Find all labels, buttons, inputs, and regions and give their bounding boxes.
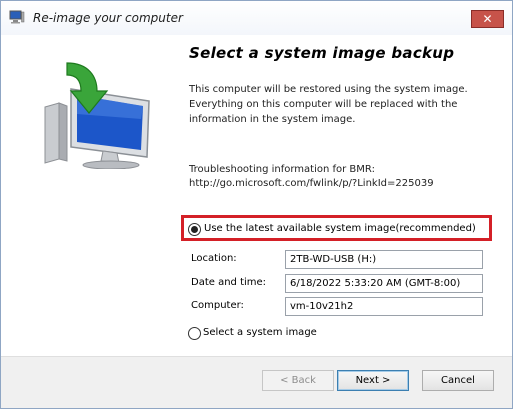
page-heading: Select a system image backup: [189, 44, 455, 62]
close-icon: ✕: [482, 12, 493, 26]
location-label: Location:: [191, 253, 237, 264]
reimage-window: Re-image your computer ✕ Select a system…: [0, 0, 513, 409]
back-button[interactable]: < Back: [262, 370, 334, 391]
computer-icon: [9, 10, 25, 24]
title-bar[interactable]: Re-image your computer ✕: [1, 1, 512, 35]
description-text: This computer will be restored using the…: [189, 84, 468, 125]
latest-image-label[interactable]: Use the latest available system image(re…: [204, 223, 476, 234]
computer-label: Computer:: [191, 300, 244, 311]
window-title: Re-image your computer: [33, 11, 183, 25]
datetime-label: Date and time:: [191, 277, 267, 288]
cancel-button[interactable]: Cancel: [422, 370, 494, 391]
computer-field: vm-10v21h2: [285, 297, 483, 316]
next-button[interactable]: Next >: [337, 370, 409, 391]
select-image-radio[interactable]: [188, 327, 201, 340]
restore-computer-graphic: [44, 62, 150, 169]
close-button[interactable]: ✕: [471, 10, 504, 28]
datetime-field: 6/18/2022 5:33:20 AM (GMT-8:00): [285, 274, 483, 293]
bmr-info-url: http://go.microsoft.com/fwlink/p/?LinkId…: [189, 178, 434, 189]
latest-image-radio[interactable]: [188, 223, 201, 236]
location-field: 2TB-WD-USB (H:): [285, 250, 483, 269]
select-image-label[interactable]: Select a system image: [203, 327, 317, 338]
radio-selected-dot: [191, 226, 198, 233]
bmr-info-label: Troubleshooting information for BMR:: [189, 164, 375, 175]
